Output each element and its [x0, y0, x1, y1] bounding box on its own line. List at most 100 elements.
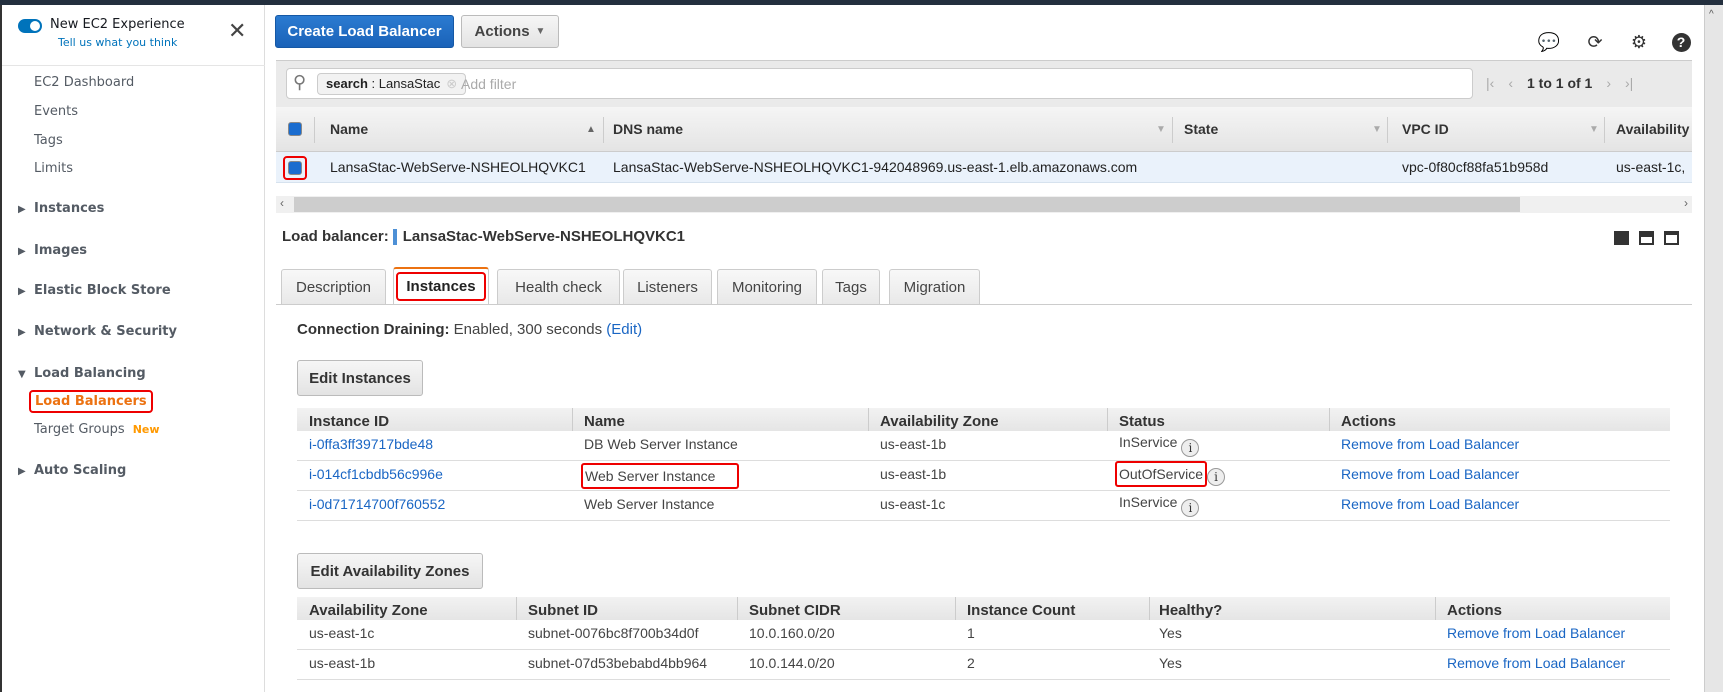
divider [2, 65, 265, 66]
sidebar-section-auto-scaling[interactable]: ▶ Auto Scaling [18, 463, 126, 478]
tab-migration[interactable]: Migration [889, 269, 980, 305]
row-checkbox-highlight[interactable] [283, 156, 307, 180]
search-input[interactable]: ⚲ search : LansaStac ⊗ Add filter [286, 68, 1473, 99]
create-load-balancer-button[interactable]: Create Load Balancer [275, 15, 454, 48]
feedback-chat-icon[interactable]: 💬 [1538, 31, 1560, 53]
details-title: Load balancer: LansaStac-WebServe-NSHEOLH… [282, 228, 686, 246]
availability-zones-table: Availability Zone Subnet ID Subnet CIDR … [297, 597, 1670, 680]
pagination: |‹ ‹ 1 to 1 of 1 › ›| [1486, 75, 1633, 91]
caret-right-icon: ▶ [18, 327, 26, 338]
table-row: us-east-1b subnet-07d53bebabd4bb964 10.0… [297, 650, 1670, 680]
scroll-up-icon[interactable]: ^ [1709, 9, 1714, 20]
table-row: us-east-1c subnet-0076bc8f700b34d0f 10.0… [297, 620, 1670, 650]
sidebar-section-images[interactable]: ▶ Images [18, 243, 87, 258]
lb-table-header: Name ▲ DNS name ▼ State ▼ VPC ID ▼ Avail… [276, 107, 1692, 152]
sidebar-section-network-security[interactable]: ▶ Network & Security [18, 324, 177, 339]
sidebar: New EC2 Experience Tell us what you thin… [0, 5, 265, 692]
table-row: i-0d71714700f760552 Web Server Instance … [297, 491, 1670, 521]
select-all-checkbox[interactable] [288, 122, 302, 136]
tab-instances[interactable]: Instances [393, 267, 489, 304]
new-experience-toggle[interactable] [18, 19, 42, 33]
refresh-icon[interactable]: ⟳ [1584, 31, 1606, 53]
sidebar-section-ebs[interactable]: ▶ Elastic Block Store [18, 283, 171, 298]
pane-minimize-icon[interactable] [1614, 231, 1629, 245]
sidebar-item-ec2-dashboard[interactable]: EC2 Dashboard [34, 75, 134, 90]
remove-az-link[interactable]: Remove from Load Balancer [1447, 625, 1625, 641]
remove-from-lb-link[interactable]: Remove from Load Balancer [1341, 436, 1519, 452]
sidebar-item-load-balancers[interactable]: Load Balancers [29, 390, 153, 413]
caret-right-icon: ▶ [18, 246, 26, 257]
chevron-down-icon[interactable]: ▼ [1156, 124, 1166, 135]
last-page-icon[interactable]: ›| [1625, 75, 1633, 91]
sidebar-item-events[interactable]: Events [34, 104, 78, 119]
help-icon[interactable]: ? [1670, 31, 1692, 53]
tab-listeners[interactable]: Listeners [623, 269, 712, 305]
add-filter-placeholder[interactable]: Add filter [461, 76, 516, 92]
search-icon: ⚲ [293, 72, 307, 92]
highlighted-status: OutOfService i [1115, 461, 1226, 487]
sort-asc-icon[interactable]: ▲ [586, 124, 596, 135]
row-checkbox[interactable] [288, 161, 302, 175]
remove-from-lb-link[interactable]: Remove from Load Balancer [1341, 496, 1519, 512]
sidebar-item-target-groups[interactable]: Target Groups New [34, 422, 160, 437]
table-row[interactable]: LansaStac-WebServe-NSHEOLHQVKC1 LansaSta… [276, 152, 1692, 183]
tab-divider [276, 304, 1692, 305]
vertical-scrollbar[interactable]: ^ [1704, 5, 1723, 692]
info-icon[interactable]: i [1207, 468, 1226, 486]
horizontal-scrollbar[interactable]: ‹ › [276, 196, 1692, 213]
tab-tags[interactable]: Tags [822, 269, 880, 305]
col-name[interactable]: Name [330, 121, 368, 137]
pane-half-icon[interactable] [1639, 231, 1654, 245]
tab-description[interactable]: Description [281, 269, 386, 305]
chevron-down-icon[interactable]: ▼ [1589, 124, 1599, 135]
instance-id-link[interactable]: i-014cf1cbdb56c996e [309, 466, 443, 482]
col-availability[interactable]: Availability [1616, 121, 1689, 137]
sidebar-section-instances[interactable]: ▶ Instances [18, 201, 104, 216]
instance-id-link[interactable]: i-0ffa3ff39717bde48 [309, 436, 433, 452]
edit-instances-button[interactable]: Edit Instances [297, 360, 423, 396]
table-row: i-0ffa3ff39717bde48 DB Web Server Instan… [297, 431, 1670, 461]
next-page-icon[interactable]: › [1606, 75, 1611, 91]
pagination-text: 1 to 1 of 1 [1526, 75, 1593, 91]
prev-page-icon[interactable]: ‹ [1508, 75, 1513, 91]
instances-table: Instance ID Name Availability Zone Statu… [297, 408, 1670, 521]
col-state[interactable]: State [1184, 121, 1218, 137]
info-icon[interactable]: i [1181, 439, 1200, 457]
edit-availability-zones-button[interactable]: Edit Availability Zones [297, 553, 483, 589]
instances-header: Instance ID Name Availability Zone Statu… [297, 408, 1670, 431]
tab-health-check[interactable]: Health check [497, 269, 620, 305]
edit-draining-link[interactable]: (Edit) [606, 321, 642, 338]
chevron-down-icon[interactable]: ▼ [1372, 124, 1382, 135]
lb-vpc: vpc-0f80cf88fa51b958d [1402, 159, 1549, 175]
lb-az: us-east-1c, [1616, 159, 1686, 175]
instance-id-link[interactable]: i-0d71714700f760552 [309, 496, 445, 512]
az-header: Availability Zone Subnet ID Subnet CIDR … [297, 597, 1670, 620]
remove-az-link[interactable]: Remove from Load Balancer [1447, 655, 1625, 671]
chevron-down-icon: ▼ [535, 26, 546, 37]
sidebar-item-tags[interactable]: Tags [34, 133, 63, 148]
experience-title: New EC2 Experience [50, 17, 185, 32]
scrollbar-thumb[interactable] [294, 197, 1520, 212]
lb-name: LansaStac-WebServe-NSHEOLHQVKC1 [330, 159, 586, 175]
sidebar-section-load-balancing[interactable]: ▼ Load Balancing [18, 366, 146, 381]
info-icon[interactable]: i [1181, 499, 1200, 517]
remove-from-lb-link[interactable]: Remove from Load Balancer [1341, 466, 1519, 482]
scroll-left-icon[interactable]: ‹ [280, 196, 284, 210]
connection-draining: Connection Draining: Enabled, 300 second… [297, 321, 643, 338]
close-icon[interactable]: ✕ [228, 21, 246, 43]
gear-icon[interactable]: ⚙ [1628, 31, 1650, 53]
remove-chip-icon[interactable]: ⊗ [446, 76, 457, 91]
tab-monitoring[interactable]: Monitoring [717, 269, 817, 305]
lb-dns: LansaStac-WebServe-NSHEOLHQVKC1-94204896… [613, 159, 1138, 175]
col-vpc[interactable]: VPC ID [1402, 121, 1449, 137]
search-filter-chip[interactable]: search : LansaStac ⊗ [317, 73, 467, 95]
feedback-link[interactable]: Tell us what you think [58, 36, 177, 49]
actions-button[interactable]: Actions ▼ [461, 15, 559, 48]
col-dns[interactable]: DNS name [613, 121, 683, 137]
scroll-right-icon[interactable]: › [1684, 196, 1688, 210]
first-page-icon[interactable]: |‹ [1486, 75, 1494, 91]
pane-maximize-icon[interactable] [1664, 231, 1679, 245]
sidebar-item-limits[interactable]: Limits [34, 161, 73, 176]
new-badge: New [132, 423, 160, 436]
caret-right-icon: ▶ [18, 204, 26, 215]
